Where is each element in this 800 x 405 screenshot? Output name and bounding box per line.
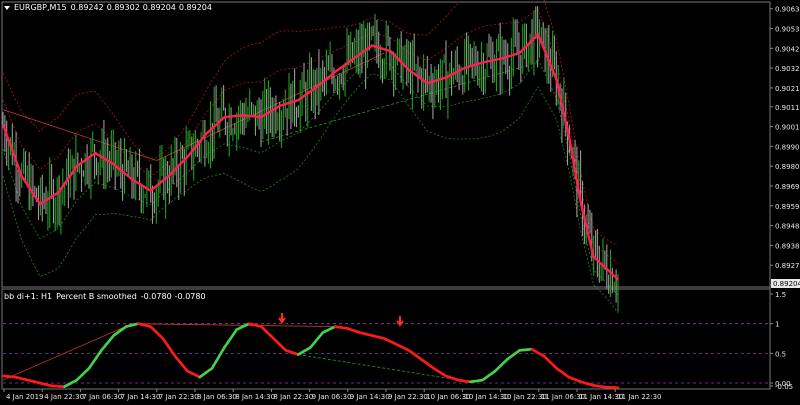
- time-tick-label: 7 Jan 06:30: [82, 393, 122, 401]
- time-tick-label: 8 Jan 14:30: [235, 393, 275, 401]
- price-tick-label: 0.90425: [775, 45, 800, 53]
- time-tick-label: 9 Jan 06:30: [312, 393, 352, 401]
- osc-tick-label: -0.05: [775, 383, 793, 391]
- ohlc-open: 0.89242: [70, 3, 104, 12]
- time-tick-label: 8 Jan 06:30: [197, 393, 237, 401]
- time-tick-label: 7 Jan 14:30: [121, 393, 161, 401]
- osc-tick-label: 1: [775, 321, 779, 329]
- symbol-name: EURGBP,M15: [14, 3, 67, 12]
- price-tick-label: 0.89590: [775, 203, 800, 211]
- time-tick-label: 9 Jan 22:30: [388, 393, 428, 401]
- price-axis: 0.90635 0.90530 0.90425 0.90320 0.90215 0.901…: [770, 6, 800, 290]
- price-tick-label: 0.89275: [775, 262, 800, 270]
- chart-window: 0.90635 0.90530 0.90425 0.90320 0.90215 0.901…: [0, 0, 800, 405]
- price-tick-label: 0.90215: [775, 85, 800, 93]
- indicator-value-1: -0.0780: [140, 292, 172, 301]
- symbol-header: EURGBP,M15 0.89242 0.89302 0.89204 0.89204: [4, 3, 215, 12]
- current-price-value: 0.89204: [773, 280, 800, 288]
- price-tick-label: 0.89905: [775, 143, 800, 151]
- time-tick-label: 4 Jan 2019: [6, 393, 44, 401]
- osc-tick-label: 0.5: [775, 350, 786, 358]
- triangle-down-icon[interactable]: [4, 5, 10, 10]
- price-tick-label: 0.89800: [775, 163, 800, 171]
- price-tick-label: 0.90010: [775, 124, 800, 132]
- indicator-label: Percent B smoothed: [56, 292, 137, 301]
- price-tick-label: 0.90530: [775, 26, 800, 34]
- time-tick-label: 7 Jan 22:30: [159, 393, 199, 401]
- price-tick-label: 0.89485: [775, 223, 800, 231]
- price-tick-label: 0.90320: [775, 65, 800, 73]
- indicator-name: bb di+1: H1: [4, 292, 53, 301]
- current-price-tag: 0.89204: [771, 279, 800, 288]
- ohlc-close: 0.89204: [178, 3, 212, 12]
- indicator-header: bb di+1: H1 Percent B smoothed -0.0780 -0.0…: [4, 292, 209, 301]
- price-tick-label: 0.90635: [775, 6, 800, 14]
- price-tick-label: 0.90115: [775, 104, 800, 112]
- ohlc-low: 0.89204: [142, 3, 176, 12]
- time-tick-label: 11 Jan 22:30: [617, 393, 661, 401]
- time-tick-label: 4 Jan 22:30: [44, 393, 84, 401]
- price-tick-label: 0.89380: [775, 242, 800, 250]
- time-tick-label: 8 Jan 22:30: [273, 393, 313, 401]
- price-tick-label: 0.89695: [775, 183, 800, 191]
- time-tick-label: 9 Jan 14:30: [350, 393, 390, 401]
- osc-tick-label: 1.5: [775, 291, 786, 299]
- indicator-value-2: -0.0780: [174, 292, 206, 301]
- ohlc-high: 0.89302: [106, 3, 140, 12]
